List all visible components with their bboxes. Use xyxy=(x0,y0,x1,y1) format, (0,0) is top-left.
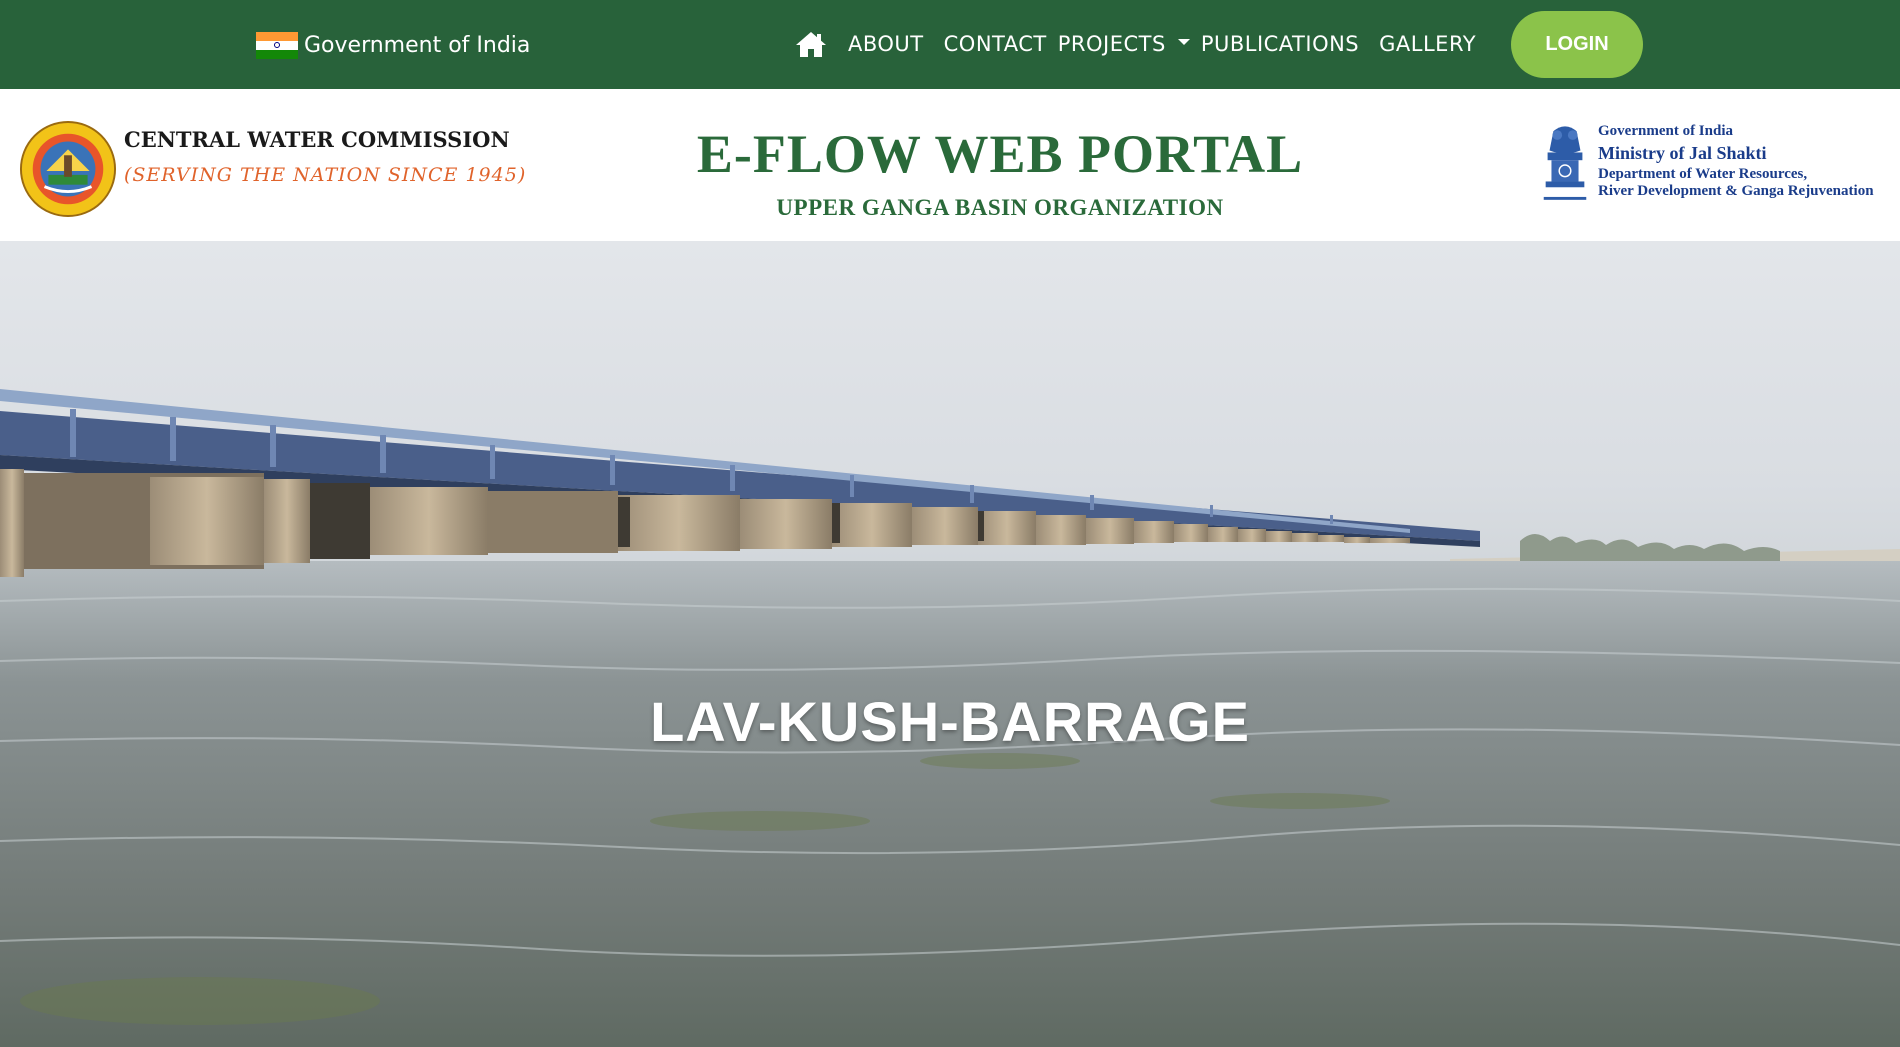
nav-projects[interactable]: PROJECTS xyxy=(1058,32,1190,56)
ministry-dept: Department of Water Resources, xyxy=(1598,166,1808,182)
home-icon[interactable] xyxy=(794,29,828,59)
ministry-name: Ministry of Jal Shakti xyxy=(1598,143,1767,163)
nav-publications[interactable]: PUBLICATIONS xyxy=(1201,32,1359,56)
top-navbar: Government of India ABOUT CONTACT PROJEC… xyxy=(0,0,1900,89)
india-flag-icon xyxy=(256,31,298,59)
nav-projects-label: PROJECTS xyxy=(1057,32,1166,56)
barrage-image xyxy=(0,389,1900,1047)
nav-about[interactable]: ABOUT xyxy=(848,32,924,56)
ministry-dept-2: River Development & Ganga Rejuvenation xyxy=(1598,183,1874,199)
nav-contact[interactable]: CONTACT xyxy=(944,32,1047,56)
government-of-india-link[interactable]: Government of India xyxy=(256,30,530,60)
nav-gallery[interactable]: GALLERY xyxy=(1379,32,1476,56)
hero-caption: LAV-KUSH-BARRAGE xyxy=(650,690,1250,753)
main-nav: ABOUT CONTACT PROJECTS PUBLICATIONS GALL… xyxy=(794,24,1476,64)
site-header: CENTRAL WATER COMMISSION (SERVING THE NA… xyxy=(0,89,1900,241)
national-emblem-icon xyxy=(1543,126,1587,200)
hero-banner: LAV-KUSH-BARRAGE xyxy=(0,241,1900,1047)
ministry-gov: Government of India xyxy=(1598,123,1733,139)
gov-label: Government of India xyxy=(304,32,531,58)
caret-down-icon xyxy=(1177,39,1190,45)
login-button[interactable]: LOGIN xyxy=(1511,11,1643,78)
ministry-block: Government of India Ministry of Jal Shak… xyxy=(1598,122,1874,200)
